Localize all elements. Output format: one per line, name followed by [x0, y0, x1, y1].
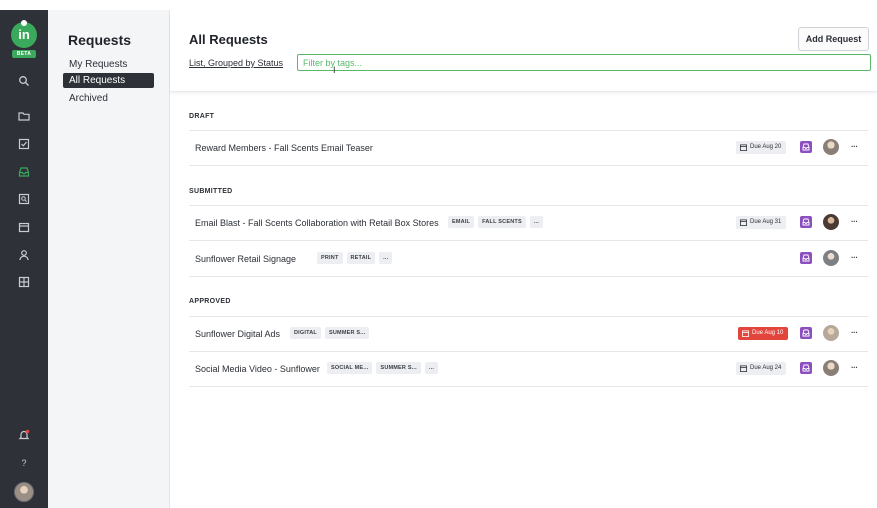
search-icon[interactable] — [17, 74, 31, 88]
calendar-icon — [740, 144, 747, 151]
assignee-avatar[interactable] — [823, 139, 839, 155]
layout-icon[interactable] — [17, 275, 31, 289]
help-icon[interactable]: ? — [17, 456, 31, 470]
more-options-icon[interactable]: ··· — [851, 217, 858, 226]
tag[interactable]: SOCIAL ME... — [327, 362, 373, 374]
request-title[interactable]: Sunflower Digital Ads — [195, 329, 280, 339]
request-title[interactable]: Reward Members - Fall Scents Email Tease… — [195, 143, 373, 153]
top-strip — [0, 0, 877, 10]
more-options-icon[interactable]: ··· — [851, 253, 858, 262]
more-options-icon[interactable]: ··· — [851, 363, 858, 372]
sidebar-item-my-requests[interactable]: My Requests — [63, 57, 154, 72]
beta-badge: BETA — [12, 50, 36, 58]
sidebar-item-all-requests[interactable]: All Requests — [63, 73, 154, 88]
user-avatar[interactable] — [14, 482, 34, 502]
due-date-badge: Due Aug 31 — [736, 216, 787, 229]
assignee-avatar[interactable] — [823, 250, 839, 266]
section-title-approved: APPROVED — [189, 298, 231, 305]
table-row[interactable]: Reward Members - Fall Scents Email Tease… — [189, 131, 868, 166]
assignee-avatar[interactable] — [823, 360, 839, 376]
sidebar-title: Requests — [68, 32, 132, 48]
assignee-avatar[interactable] — [823, 214, 839, 230]
tag-list: SOCIAL ME... SUMMER S... ... — [327, 362, 439, 374]
due-date-badge: Due Aug 24 — [736, 362, 787, 375]
table-row[interactable]: Email Blast - Fall Scents Collaboration … — [189, 206, 868, 241]
user-icon[interactable] — [17, 248, 31, 262]
folder-icon[interactable] — [17, 109, 31, 123]
table-row[interactable]: Sunflower Retail Signage PRINT RETAIL ..… — [189, 242, 868, 277]
calendar-icon — [740, 365, 747, 372]
tag[interactable]: DIGITAL — [290, 327, 321, 339]
tag[interactable]: FALL SCENTS — [478, 216, 526, 228]
tag-list: EMAIL FALL SCENTS ... — [448, 216, 543, 228]
page-title: All Requests — [189, 32, 268, 47]
inbox-status-icon — [800, 362, 812, 374]
request-title[interactable]: Sunflower Retail Signage — [195, 254, 296, 264]
calendar-icon — [742, 330, 749, 337]
tag[interactable]: EMAIL — [448, 216, 475, 228]
sidebar-item-archived[interactable]: Archived — [63, 91, 154, 106]
filter-tags-input[interactable] — [297, 54, 871, 71]
bell-icon[interactable] — [17, 428, 31, 442]
request-title[interactable]: Social Media Video - Sunflower — [195, 364, 320, 374]
add-request-button[interactable]: Add Request — [798, 27, 869, 51]
inbox-status-icon — [800, 141, 812, 153]
more-options-icon[interactable]: ··· — [851, 328, 858, 337]
table-row[interactable]: Sunflower Digital Ads DIGITAL SUMMER S..… — [189, 317, 868, 352]
tag[interactable]: SUMMER S... — [376, 362, 421, 374]
tag-list: DIGITAL SUMMER S... — [290, 327, 370, 339]
tasks-icon[interactable] — [17, 137, 31, 151]
section-title-draft: DRAFT — [189, 113, 215, 120]
tag[interactable]: RETAIL — [346, 252, 376, 264]
inbox-status-icon — [800, 216, 812, 228]
invision-logo[interactable]: in — [11, 20, 37, 48]
inbox-status-icon — [800, 327, 812, 339]
tag-list: PRINT RETAIL ... — [317, 252, 393, 264]
calendar-icon — [740, 219, 747, 226]
inbox-icon[interactable] — [17, 165, 31, 179]
view-mode-link[interactable]: List, Grouped by Status — [189, 58, 283, 68]
tag-overflow[interactable]: ... — [529, 216, 543, 228]
table-row[interactable]: Social Media Video - Sunflower SOCIAL ME… — [189, 352, 868, 387]
due-date-badge-overdue: Due Aug 10 — [738, 327, 789, 340]
calendar-icon[interactable] — [17, 220, 31, 234]
review-icon[interactable] — [17, 192, 31, 206]
due-date-badge: Due Aug 20 — [736, 141, 787, 154]
inbox-status-icon — [800, 252, 812, 264]
tag-overflow[interactable]: ... — [424, 362, 439, 374]
section-title-submitted: SUBMITTED — [189, 188, 233, 195]
request-title[interactable]: Email Blast - Fall Scents Collaboration … — [195, 218, 439, 228]
main-content: All Requests List, Grouped by Status I A… — [170, 10, 877, 508]
assignee-avatar[interactable] — [823, 325, 839, 341]
page-header: All Requests List, Grouped by Status I A… — [170, 10, 877, 92]
text-cursor-icon: I — [333, 65, 336, 75]
requests-sidebar: Requests My Requests All Requests Archiv… — [48, 10, 170, 508]
tag-overflow[interactable]: ... — [379, 252, 393, 264]
tag[interactable]: SUMMER S... — [325, 327, 370, 339]
more-options-icon[interactable]: ··· — [851, 142, 858, 151]
icon-rail: in BETA ? — [0, 10, 48, 508]
tag[interactable]: PRINT — [317, 252, 343, 264]
